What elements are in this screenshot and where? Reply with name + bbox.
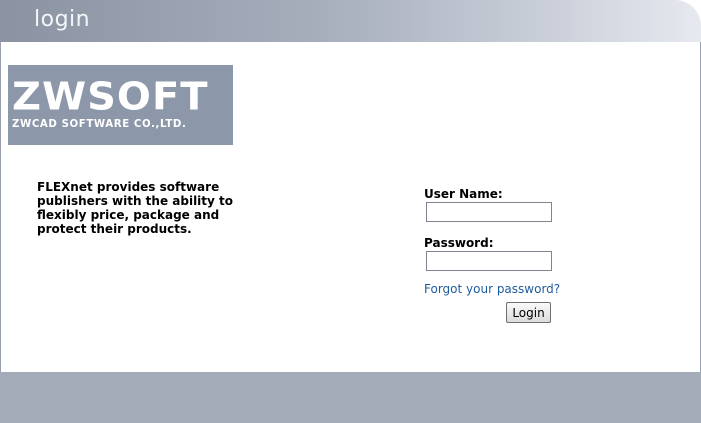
logo-company-name: ZWCAD SOFTWARE CO.,LTD. bbox=[12, 119, 187, 130]
username-input[interactable] bbox=[426, 202, 552, 222]
flexnet-description: FLEXnet provides software publishers wit… bbox=[37, 180, 234, 236]
login-button[interactable]: Login bbox=[506, 302, 551, 323]
footer-bar bbox=[0, 372, 701, 423]
password-input[interactable] bbox=[426, 251, 552, 271]
logo-wordmark: ZWSOFT bbox=[12, 78, 234, 116]
logo-wordmark-soft: SOFT bbox=[87, 75, 209, 119]
forgot-password-link[interactable]: Forgot your password? bbox=[424, 282, 560, 296]
zwsoft-logo: ZWSOFT ZWCAD SOFTWARE CO.,LTD. bbox=[8, 65, 233, 145]
page-title: login bbox=[34, 7, 91, 32]
logo-wordmark-zw: ZW bbox=[12, 75, 88, 119]
username-label: User Name: bbox=[424, 187, 503, 201]
login-header-bar: login bbox=[0, 0, 701, 42]
password-label: Password: bbox=[424, 236, 494, 250]
